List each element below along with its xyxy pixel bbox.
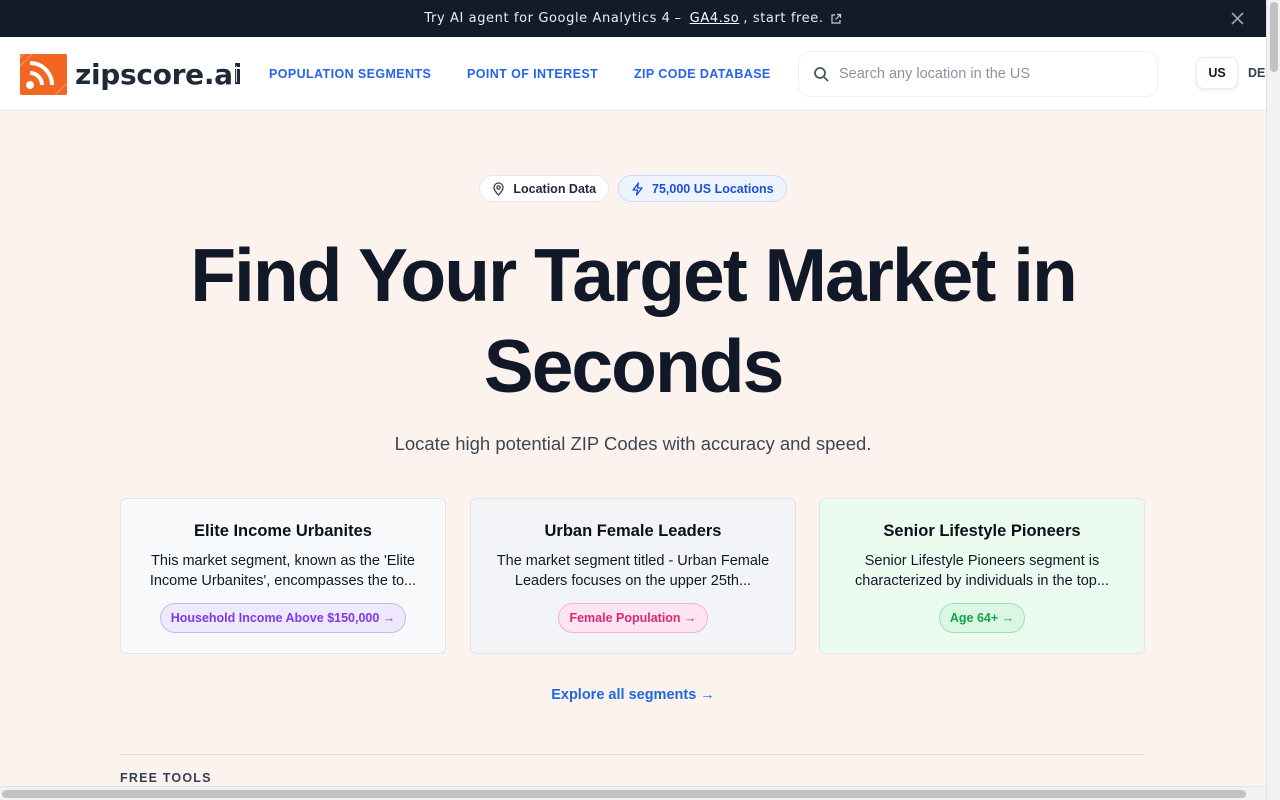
nav-divider	[236, 66, 237, 82]
segment-card-description: The market segment titled - Urban Female…	[496, 553, 770, 589]
banner-separator: –	[674, 11, 682, 26]
segment-card-description: This market segment, known as the 'Elite…	[149, 553, 417, 589]
free-tools-heading: FREE TOOLS	[120, 771, 212, 785]
segment-card-elite-income-urbanites[interactable]: Elite Income Urbanites This market segme…	[120, 498, 446, 654]
segment-card-description: Senior Lifestyle Pioneers segment is cha…	[855, 553, 1109, 589]
banner-tail-text: , start free.	[743, 11, 824, 26]
segment-card-title: Elite Income Urbanites	[194, 522, 372, 540]
banner-link[interactable]: GA4.so	[690, 11, 740, 26]
lightning-icon	[632, 181, 643, 196]
search-icon	[813, 66, 830, 83]
segment-card-title: Urban Female Leaders	[544, 522, 722, 540]
external-link-icon	[830, 13, 842, 25]
logo-text: zipscore.ai	[75, 58, 243, 91]
vertical-scrollbar[interactable]	[1266, 0, 1280, 800]
vertical-scrollbar-thumb[interactable]	[1270, 2, 1278, 72]
horizontal-scrollbar-thumb[interactable]	[2, 790, 1246, 798]
segment-card-tag[interactable]: Household Income Above $150,000 →	[159, 603, 407, 633]
top-navigation: zipscore.ai POPULATION SEGMENTS POINT OF…	[0, 37, 1266, 111]
horizontal-scrollbar[interactable]	[0, 786, 1266, 800]
hero-title: Find Your Target Market in Seconds	[0, 230, 1266, 412]
hero-badges: Location Data 75,000 US Locations	[0, 175, 1266, 202]
explore-all-segments-link[interactable]: Explore all segments →	[0, 687, 1266, 703]
segment-card-title: Senior Lifestyle Pioneers	[883, 522, 1081, 540]
locations-count-label: 75,000 US Locations	[652, 181, 774, 196]
segment-card-tag[interactable]: Age 64+ →	[938, 603, 1026, 633]
nav-link-population-segments[interactable]: POPULATION SEGMENTS	[269, 67, 431, 81]
segment-card-urban-female-leaders[interactable]: Urban Female Leaders The market segment …	[470, 498, 796, 654]
section-divider	[120, 754, 1145, 755]
language-us-button[interactable]: US	[1196, 57, 1238, 89]
banner-text: Try AI agent for Google Analytics 4	[424, 11, 671, 26]
location-data-badge: Location Data	[479, 175, 610, 202]
nav-link-point-of-interest[interactable]: POINT OF INTEREST	[467, 67, 598, 81]
language-de-button[interactable]: DE	[1248, 66, 1265, 80]
map-pin-icon	[493, 181, 505, 196]
search-box	[798, 51, 1158, 97]
segment-card-tag[interactable]: Female Population →	[558, 603, 708, 633]
close-icon[interactable]	[1229, 10, 1246, 27]
hero-subtitle: Locate high potential ZIP Codes with acc…	[394, 433, 872, 454]
hero-title-line-1: Find Your Target Market in	[190, 233, 1078, 317]
logo-mark-icon	[20, 54, 67, 95]
segment-card-senior-lifestyle-pioneers[interactable]: Senior Lifestyle Pioneers Senior Lifesty…	[819, 498, 1145, 654]
nav-link-zip-code-database[interactable]: ZIP CODE DATABASE	[634, 67, 771, 81]
locations-count-badge: 75,000 US Locations	[618, 175, 787, 202]
announcement-banner: Try AI agent for Google Analytics 4 – GA…	[0, 0, 1266, 37]
hero-title-line-2: Seconds	[483, 324, 785, 408]
search-input[interactable]	[839, 66, 1139, 82]
location-data-label: Location Data	[513, 181, 597, 196]
logo[interactable]: zipscore.ai	[20, 54, 242, 95]
